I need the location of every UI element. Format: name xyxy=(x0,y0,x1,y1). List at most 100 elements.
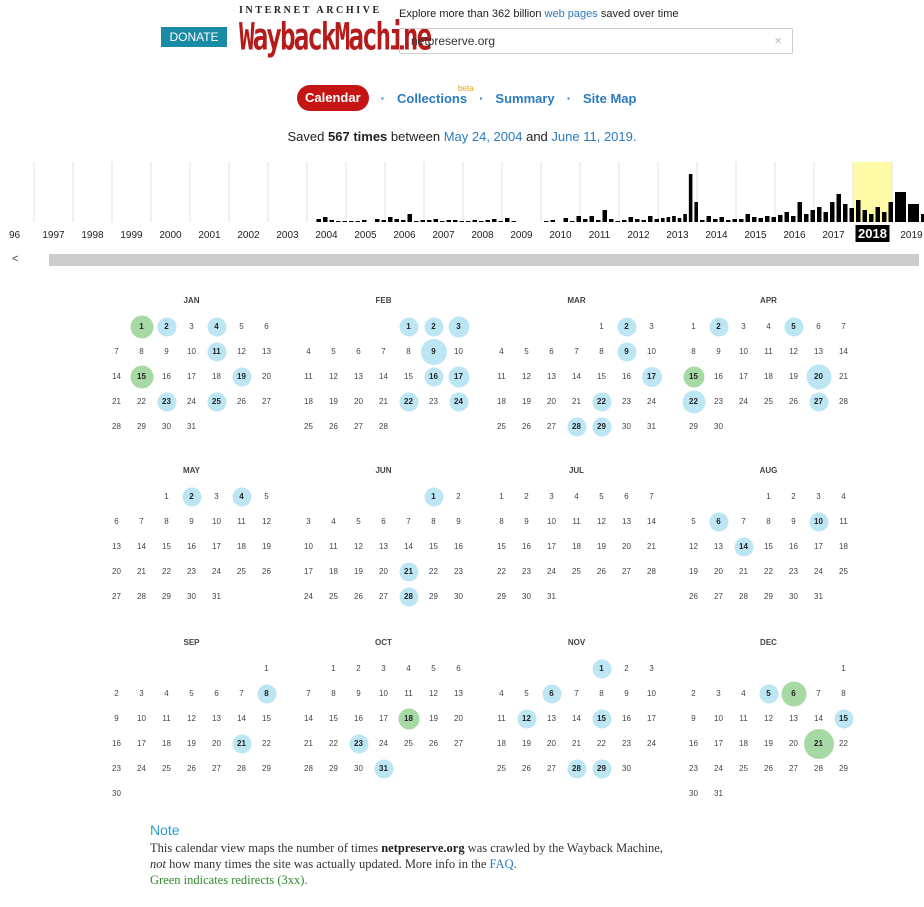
empty-cell xyxy=(514,656,539,681)
capture-day[interactable]: 5 xyxy=(781,314,806,339)
day-number: 11 xyxy=(839,517,848,526)
capture-day[interactable]: 2 xyxy=(179,484,204,509)
capture-day[interactable]: 12 xyxy=(514,706,539,731)
calendar-day: 22 xyxy=(589,731,614,756)
day-number: 4 xyxy=(499,347,504,356)
capture-day[interactable]: 21 xyxy=(396,559,421,584)
calendar-day: 15 xyxy=(321,706,346,731)
capture-day[interactable]: 4 xyxy=(229,484,254,509)
capture-day[interactable]: 28 xyxy=(564,414,589,439)
day-number: 23 xyxy=(789,567,798,576)
day-number: 29 xyxy=(497,592,506,601)
capture-day[interactable]: 22 xyxy=(589,389,614,414)
capture-day[interactable]: 2 xyxy=(421,314,446,339)
capture-day[interactable]: 15 xyxy=(681,364,706,389)
capture-day[interactable]: 29 xyxy=(589,414,614,439)
scroll-left-arrow[interactable]: < xyxy=(12,253,18,265)
capture-day[interactable]: 10 xyxy=(806,509,831,534)
day-number: 25 xyxy=(497,764,506,773)
capture-day[interactable]: 8 xyxy=(254,681,279,706)
capture-day[interactable]: 1 xyxy=(421,484,446,509)
day-number: 24 xyxy=(647,397,656,406)
day-number: 26 xyxy=(522,764,531,773)
capture-day[interactable]: 9 xyxy=(614,339,639,364)
calendar-day: 1 xyxy=(681,314,706,339)
capture-bar xyxy=(732,219,737,222)
day-number: 30 xyxy=(622,422,631,431)
capture-day[interactable]: 17 xyxy=(639,364,664,389)
capture-day[interactable]: 31 xyxy=(371,756,396,781)
capture-day[interactable]: 28 xyxy=(564,756,589,781)
capture-day[interactable]: 17 xyxy=(446,364,471,389)
day-number: 17 xyxy=(714,739,723,748)
capture-day[interactable]: 16 xyxy=(421,364,446,389)
tab-calendar[interactable]: Calendar xyxy=(297,85,369,111)
calendar-day: 19 xyxy=(179,731,204,756)
calendar-day: 26 xyxy=(781,389,806,414)
capture-day[interactable]: 24 xyxy=(446,389,471,414)
calendar-day: 3 xyxy=(639,656,664,681)
day-number: 2 xyxy=(456,492,461,501)
capture-day[interactable]: 5 xyxy=(756,681,781,706)
calendar-day: 3 xyxy=(204,484,229,509)
empty-cell xyxy=(681,484,706,509)
tab-site-map[interactable]: Site Map xyxy=(583,91,636,106)
capture-day[interactable]: 6 xyxy=(539,681,564,706)
capture-sparkline[interactable]: 96 1997 1998 1999 2000 2001 2002 2003 2004 2005 20… xyxy=(0,162,924,244)
day-number: 26 xyxy=(689,592,698,601)
calendar-day: 20 xyxy=(346,389,371,414)
capture-day[interactable]: 2 xyxy=(154,314,179,339)
faq-link[interactable]: FAQ xyxy=(490,857,514,871)
capture-day[interactable]: 22 xyxy=(396,389,421,414)
capture-day[interactable]: 15 xyxy=(831,706,856,731)
capture-day[interactable]: 21 xyxy=(803,728,834,759)
capture-day[interactable]: 25 xyxy=(204,389,229,414)
clear-icon[interactable]: × xyxy=(774,33,782,48)
capture-day[interactable]: 6 xyxy=(781,681,806,706)
day-number: 22 xyxy=(429,567,438,576)
logo-internet-archive-text[interactable]: INTERNET ARCHIVE xyxy=(239,5,382,16)
capture-day[interactable]: 11 xyxy=(204,339,229,364)
donate-button[interactable]: DONATE xyxy=(161,27,227,47)
last-capture-link[interactable]: June 11, 2019. xyxy=(551,129,636,144)
capture-day[interactable]: 23 xyxy=(154,389,179,414)
capture-day[interactable]: 2 xyxy=(706,314,731,339)
month-grid: 1 2 3 4 5 6 7 8 9 10 11 12 13 14 15 16 17 18 19 20 21 22 23 24 2… xyxy=(296,656,471,781)
capture-day[interactable]: 18 xyxy=(396,706,421,731)
capture-day[interactable]: 14 xyxy=(731,534,756,559)
capture-day[interactable]: 4 xyxy=(204,314,229,339)
calendar-day: 4 xyxy=(396,656,421,681)
capture-day[interactable]: 22 xyxy=(681,389,706,414)
capture-day[interactable]: 6 xyxy=(706,509,731,534)
capture-day[interactable]: 19 xyxy=(229,364,254,389)
tab-summary[interactable]: Summary xyxy=(495,91,554,106)
calendar-day: 6 xyxy=(371,509,396,534)
capture-day[interactable]: 28 xyxy=(396,584,421,609)
capture-day[interactable]: 1 xyxy=(129,314,154,339)
first-capture-link[interactable]: May 24, 2004 xyxy=(444,129,523,144)
capture-day[interactable]: 29 xyxy=(589,756,614,781)
capture-day[interactable]: 20 xyxy=(806,364,831,389)
capture-day[interactable]: 3 xyxy=(446,314,471,339)
capture-day[interactable]: 27 xyxy=(806,389,831,414)
capture-day[interactable]: 9 xyxy=(420,338,447,365)
capture-day[interactable]: 15 xyxy=(589,706,614,731)
calendar-day: 9 xyxy=(706,339,731,364)
url-input-value[interactable]: netpreserve.org xyxy=(411,34,495,48)
day-number: 5 xyxy=(524,347,529,356)
sparkline-scrollbar[interactable] xyxy=(49,254,919,266)
day-number: 24 xyxy=(379,739,388,748)
capture-day[interactable]: 21 xyxy=(229,731,254,756)
web-pages-link[interactable]: web pages xyxy=(545,8,598,20)
capture-day[interactable]: 2 xyxy=(614,314,639,339)
sparkline-svg[interactable]: 96 1997 1998 1999 2000 2001 2002 2003 2004 2005 20… xyxy=(0,162,924,244)
capture-day[interactable]: 1 xyxy=(396,314,421,339)
capture-day[interactable]: 1 xyxy=(589,656,614,681)
capture-day[interactable]: 23 xyxy=(346,731,371,756)
url-search-input[interactable]: netpreserve.org × xyxy=(399,28,793,54)
capture-day[interactable]: 15 xyxy=(129,364,154,389)
tab-collections[interactable]: Collections beta xyxy=(397,84,474,106)
calendar-day: 22 xyxy=(831,731,856,756)
day-number: 21 xyxy=(572,397,581,406)
capture-bar xyxy=(817,207,822,222)
